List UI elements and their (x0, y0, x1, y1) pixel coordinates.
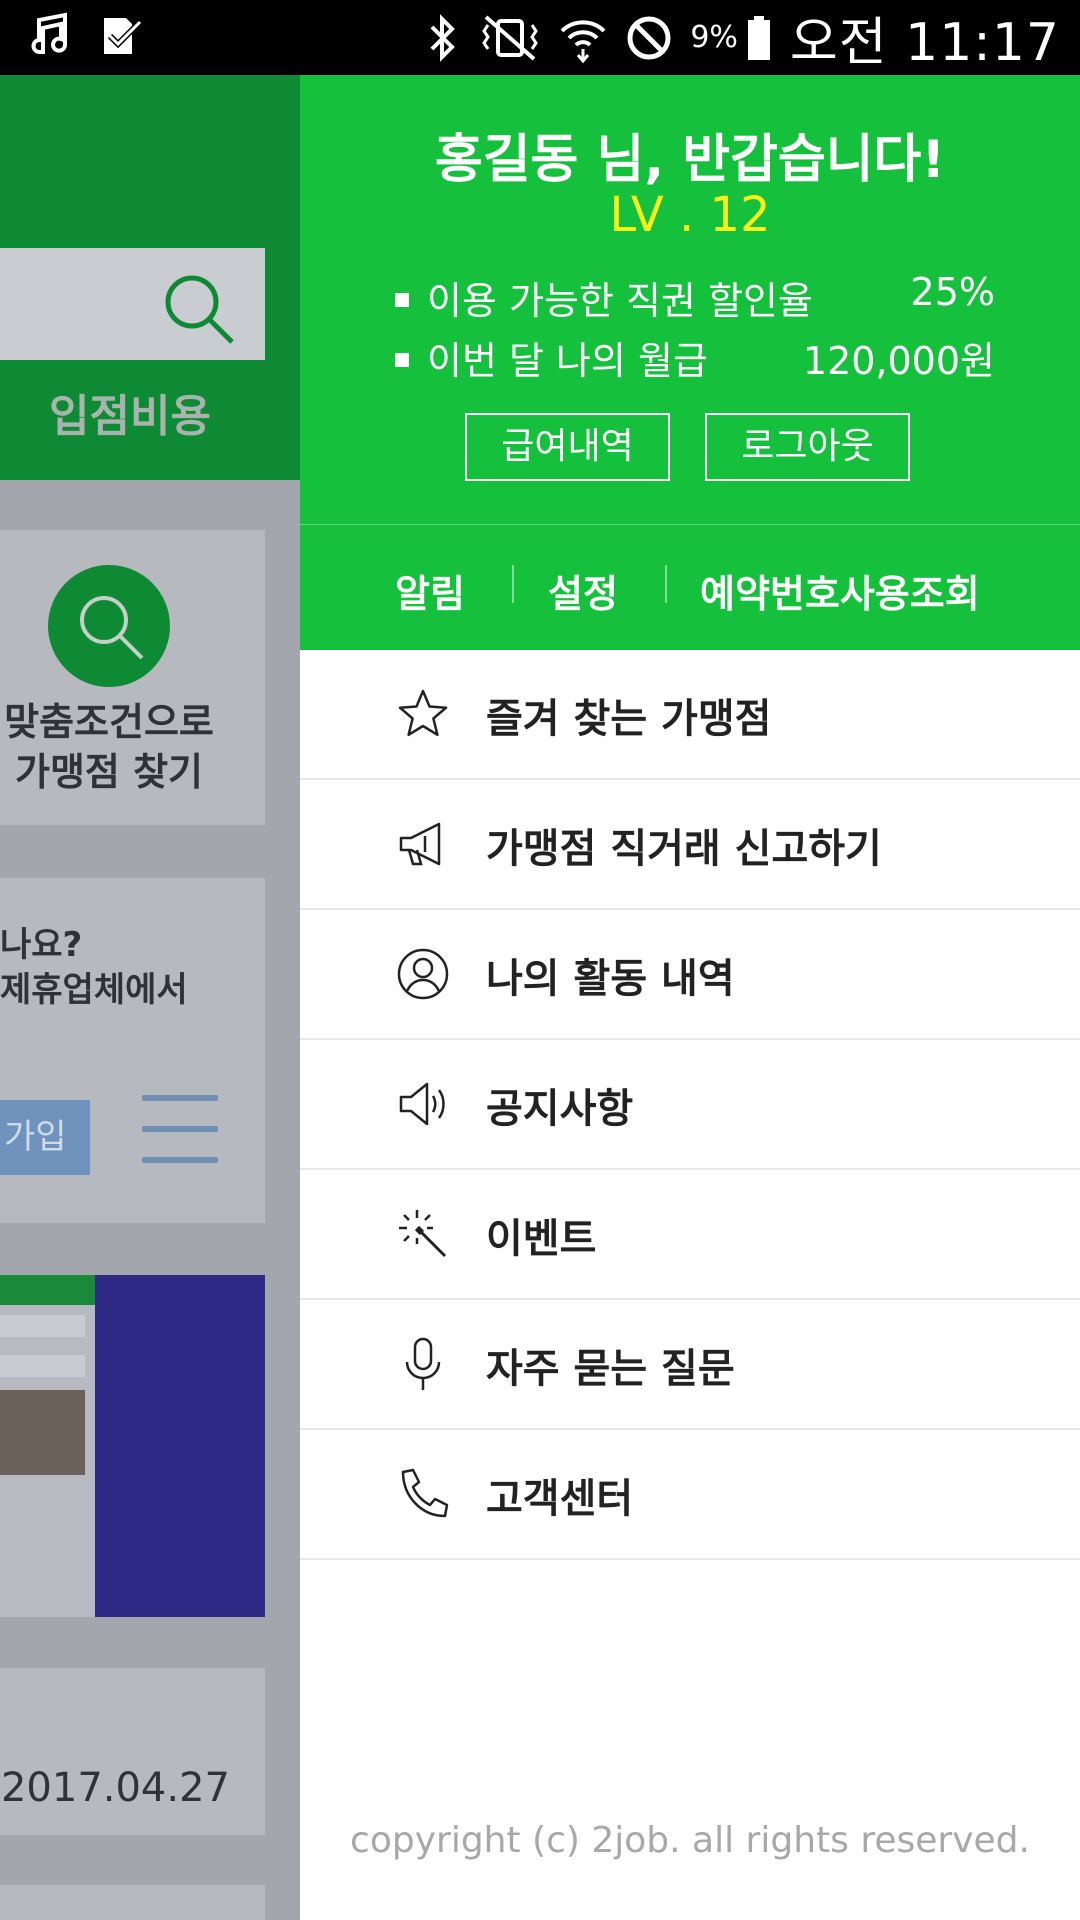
discount-row: 이용 가능한 직권 할인율 25% (395, 270, 995, 325)
menu-label: 가맹점 직거래 신고하기 (486, 826, 882, 872)
check-icon (100, 12, 144, 60)
nav-settings[interactable]: 설정 (548, 563, 618, 618)
magic-wand-icon (395, 1206, 451, 1262)
preview-search (0, 1315, 85, 1337)
drawer-menu: 즐겨 찾는 가맹점 가맹점 직거래 신고하기 나의 활동 내역 공지사항 이벤트 (300, 650, 1080, 1560)
menu-item-report-direct-deal[interactable]: 가맹점 직거래 신고하기 (300, 780, 1080, 910)
drawer-nav-bar: 알림 설정 예약번호사용조회 (300, 525, 1080, 650)
preview-purple-panel (95, 1275, 265, 1617)
pay-history-button[interactable]: 급여내역 (465, 413, 670, 481)
do-not-disturb-icon (626, 15, 672, 61)
menu-label: 나의 활동 내역 (486, 956, 735, 1002)
menu-item-customer-center[interactable]: 고객센터 (300, 1430, 1080, 1560)
promo-line1: 나요? (0, 925, 83, 965)
menu-label: 공지사항 (486, 1086, 634, 1132)
phone-icon (395, 1466, 451, 1522)
promo-line2: 제휴업체에서 (0, 970, 188, 1010)
find-store-line2: 가맹점 찾기 (14, 750, 204, 794)
wifi-icon (558, 13, 608, 63)
microphone-icon (395, 1336, 451, 1392)
next-card (0, 1885, 265, 1920)
megaphone-icon (395, 816, 451, 872)
nav-separator (665, 565, 667, 603)
menu-item-notices[interactable]: 공지사항 (300, 1040, 1080, 1170)
tab-entry-cost[interactable]: 입점비용 (0, 380, 260, 444)
search-icon[interactable] (160, 270, 236, 350)
salary-row: 이번 달 나의 월급 120,000원 (395, 330, 995, 385)
menu-label: 이벤트 (486, 1216, 597, 1262)
preview-header (0, 1275, 95, 1305)
preview-photo (0, 1390, 85, 1475)
nav-alarm[interactable]: 알림 (395, 563, 465, 618)
greeting: 홍길동 님, 반갑습니다! (434, 130, 946, 190)
user-level: LV . 12 (609, 187, 771, 243)
background-app[interactable]: 입점비용 맞춤조건으로 가맹점 찾기 나요? 제휴업체에서 가입 2017.04… (0, 75, 300, 1920)
salary-label: 이번 달 나의 월급 (427, 339, 708, 383)
user-icon (395, 946, 451, 1002)
preview-tabs (0, 1355, 85, 1377)
logout-button[interactable]: 로그아웃 (705, 413, 910, 481)
nav-separator (512, 565, 514, 603)
drawer-profile-header: 홍길동 님, 반갑습니다! LV . 12 이용 가능한 직권 할인율 25% … (300, 75, 1080, 525)
vibrate-icon (480, 13, 540, 63)
clock: 오전 11:17 (789, 13, 1060, 73)
app-preview-image (0, 1275, 265, 1617)
battery-icon (746, 14, 772, 62)
star-icon (395, 686, 451, 742)
battery-percent: 9% (690, 20, 738, 55)
discount-value: 25% (910, 270, 995, 314)
menu-item-my-activity[interactable]: 나의 활동 내역 (300, 910, 1080, 1040)
hamburger-menu-icon[interactable] (142, 1095, 218, 1188)
nav-reservation-lookup[interactable]: 예약번호사용조회 (700, 563, 980, 618)
speaker-icon (395, 1076, 451, 1132)
menu-item-events[interactable]: 이벤트 (300, 1170, 1080, 1300)
join-button[interactable]: 가입 (0, 1100, 90, 1175)
search-icon (80, 596, 144, 660)
find-store-line1: 맞춤조건으로 (4, 700, 214, 744)
bullet-icon (395, 352, 409, 367)
menu-label: 즐겨 찾는 가맹점 (486, 696, 772, 742)
find-store-text: 맞춤조건으로 가맹점 찾기 (0, 697, 218, 797)
copyright-text: copyright (c) 2job. all rights reserved. (350, 1820, 1030, 1861)
music-note-icon (28, 12, 72, 60)
find-store-button[interactable] (48, 565, 170, 687)
menu-item-favorites[interactable]: 즐겨 찾는 가맹점 (300, 650, 1080, 780)
bullet-icon (395, 292, 409, 307)
discount-label: 이용 가능한 직권 할인율 (427, 279, 813, 323)
navigation-drawer: 홍길동 님, 반갑습니다! LV . 12 이용 가능한 직권 할인율 25% … (300, 75, 1080, 1920)
menu-item-faq[interactable]: 자주 묻는 질문 (300, 1300, 1080, 1430)
menu-label: 고객센터 (486, 1476, 634, 1522)
promo-text: 나요? 제휴업체에서 (0, 923, 188, 1013)
notice-date: 2017.04.27 (0, 1765, 230, 1811)
bluetooth-icon (422, 13, 462, 63)
salary-value: 120,000원 (802, 339, 995, 383)
status-bar: 9% 오전 11:17 (0, 0, 1080, 75)
menu-label: 자주 묻는 질문 (486, 1346, 735, 1392)
